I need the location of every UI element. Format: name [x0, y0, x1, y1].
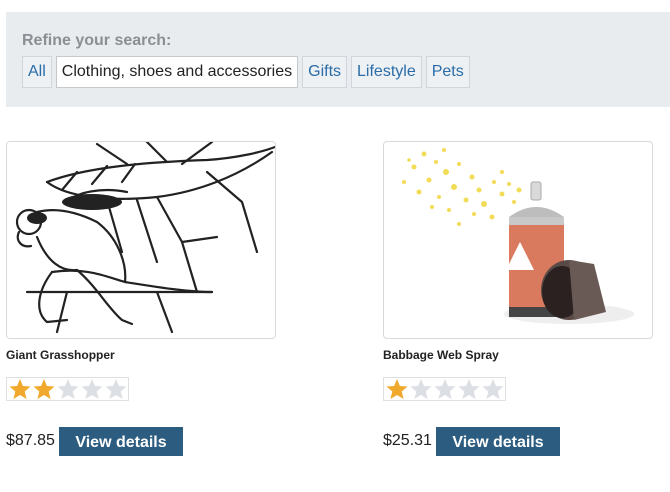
grasshopper-illustration — [15, 142, 275, 334]
star-filled-icon — [33, 379, 55, 399]
refine-title: Refine your search: — [22, 32, 172, 49]
refine-panel: Refine your search: All Clothing, shoes … — [6, 12, 670, 107]
filter-lifestyle[interactable]: Lifestyle — [351, 56, 422, 88]
star-rating — [6, 377, 129, 401]
filter-gifts[interactable]: Gifts — [302, 56, 348, 88]
star-filled-icon — [9, 379, 31, 399]
product-name[interactable]: Babbage Web Spray — [383, 348, 499, 362]
star-empty-icon — [410, 379, 432, 399]
product-image[interactable] — [6, 141, 276, 339]
product-name[interactable]: Giant Grasshopper — [6, 348, 115, 362]
star-empty-icon — [105, 379, 127, 399]
filter-all[interactable]: All — [22, 56, 52, 88]
product-image[interactable] — [383, 141, 653, 339]
star-empty-icon — [434, 379, 456, 399]
view-details-button[interactable]: View details — [436, 427, 560, 456]
star-rating — [383, 377, 506, 401]
star-empty-icon — [57, 379, 79, 399]
star-empty-icon — [81, 379, 103, 399]
product-price: $25.31 — [383, 432, 432, 449]
product-card: Giant Grasshopper $87.85 View details — [6, 141, 276, 456]
product-price: $87.85 — [6, 432, 55, 449]
product-card: Babbage Web Spray $25.31 View details — [383, 141, 653, 456]
filter-clothing[interactable]: Clothing, shoes and accessories — [55, 56, 299, 88]
star-filled-icon — [386, 379, 408, 399]
filter-pets[interactable]: Pets — [425, 56, 470, 88]
web-spray-illustration — [402, 148, 634, 324]
star-empty-icon — [482, 379, 504, 399]
view-details-button[interactable]: View details — [59, 427, 183, 456]
filter-list: All Clothing, shoes and accessories Gift… — [22, 56, 470, 88]
star-empty-icon — [458, 379, 480, 399]
